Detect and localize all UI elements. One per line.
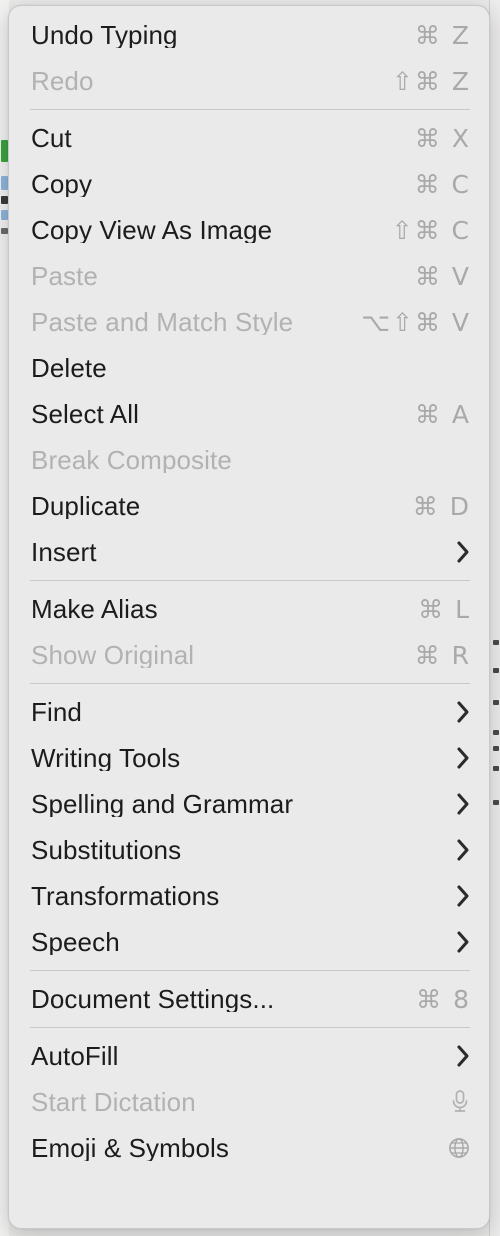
menu-item-shortcut: ⇧⌘ C	[391, 215, 471, 245]
menu-item-copy-view-as-image[interactable]: Copy View As Image ⇧⌘ C	[9, 207, 489, 253]
menu-item-label: Copy View As Image	[31, 217, 273, 243]
menu-group: Cut ⌘ X Copy ⌘ C Copy View As Image ⇧⌘ C Paste…	[9, 115, 489, 575]
menu-separator	[30, 109, 470, 110]
menu-item-insert[interactable]: Insert	[9, 529, 489, 575]
menu-group: Find Writing Tools Spelling and Grammar Sub…	[9, 689, 489, 965]
backdrop-tick	[493, 730, 499, 735]
backdrop-chip	[1, 196, 8, 204]
backdrop-tick	[493, 640, 499, 645]
menu-item-label: Emoji & Symbols	[31, 1135, 229, 1161]
menu-item-label: Copy	[31, 171, 93, 197]
menu-item-redo: Redo ⇧⌘ Z	[9, 58, 489, 104]
menu-item-label: Start Dictation	[31, 1089, 196, 1115]
menu-item-label: Spelling and Grammar	[31, 791, 294, 817]
backdrop-right-rail	[489, 0, 500, 1236]
backdrop-tick	[493, 668, 499, 673]
menu-item-undo-typing[interactable]: Undo Typing ⌘ Z	[9, 12, 489, 58]
backdrop-tick	[493, 700, 499, 705]
chevron-right-icon	[449, 792, 475, 816]
edit-context-menu[interactable]: Undo Typing ⌘ Z Redo ⇧⌘ Z Cut ⌘ X Copy ⌘ C Copy …	[8, 5, 490, 1229]
menu-item-make-alias[interactable]: Make Alias ⌘ L	[9, 586, 489, 632]
menu-item-label: Show Original	[31, 642, 195, 668]
backdrop-tick	[493, 766, 499, 771]
chevron-right-icon	[449, 884, 475, 908]
chevron-right-icon	[449, 746, 475, 770]
microphone-icon	[445, 1089, 475, 1115]
menu-group: Document Settings... ⌘ 8	[9, 976, 489, 1022]
menu-item-cut[interactable]: Cut ⌘ X	[9, 115, 489, 161]
menu-item-label: Delete	[31, 355, 107, 381]
menu-item-label: Duplicate	[31, 493, 141, 519]
backdrop-tick	[493, 800, 499, 805]
screen: Undo Typing ⌘ Z Redo ⇧⌘ Z Cut ⌘ X Copy ⌘ C Copy …	[0, 0, 500, 1236]
menu-item-emoji-symbols[interactable]: Emoji & Symbols	[9, 1125, 489, 1171]
chevron-right-icon	[449, 838, 475, 862]
menu-item-label: Insert	[31, 539, 97, 565]
menu-separator	[30, 1027, 470, 1028]
menu-item-shortcut: ⌥⇧⌘ V	[361, 307, 471, 337]
menu-item-speech[interactable]: Speech	[9, 919, 489, 965]
menu-group: Make Alias ⌘ L Show Original ⌘ R	[9, 586, 489, 678]
menu-separator	[30, 970, 470, 971]
menu-item-label: Break Composite	[31, 447, 232, 473]
menu-separator	[30, 683, 470, 684]
menu-item-delete[interactable]: Delete	[9, 345, 489, 391]
backdrop-tick	[493, 746, 499, 751]
backdrop-chip	[1, 210, 8, 220]
menu-item-label: Undo Typing	[31, 22, 178, 48]
menu-item-writing-tools[interactable]: Writing Tools	[9, 735, 489, 781]
menu-item-copy[interactable]: Copy ⌘ C	[9, 161, 489, 207]
menu-item-find[interactable]: Find	[9, 689, 489, 735]
menu-item-paste-and-match-style: Paste and Match Style ⌥⇧⌘ V	[9, 299, 489, 345]
menu-item-label: Speech	[31, 929, 120, 955]
menu-item-select-all[interactable]: Select All ⌘ A	[9, 391, 489, 437]
backdrop-chip	[1, 176, 8, 190]
menu-item-duplicate[interactable]: Duplicate ⌘ D	[9, 483, 489, 529]
globe-icon	[445, 1136, 475, 1160]
menu-item-shortcut: ⇧⌘ Z	[391, 66, 471, 96]
menu-item-shortcut: ⌘ Z	[414, 20, 471, 50]
menu-item-label: Document Settings...	[31, 986, 275, 1012]
menu-item-label: Paste	[31, 263, 98, 289]
menu-item-transformations[interactable]: Transformations	[9, 873, 489, 919]
menu-item-shortcut: ⌘ C	[414, 169, 471, 199]
menu-item-shortcut: ⌘ A	[414, 399, 471, 429]
menu-item-show-original: Show Original ⌘ R	[9, 632, 489, 678]
menu-item-document-settings[interactable]: Document Settings... ⌘ 8	[9, 976, 489, 1022]
menu-group: Undo Typing ⌘ Z Redo ⇧⌘ Z	[9, 12, 489, 104]
menu-item-paste: Paste ⌘ V	[9, 253, 489, 299]
menu-item-label: Transformations	[31, 883, 220, 909]
menu-item-autofill[interactable]: AutoFill	[9, 1033, 489, 1079]
menu-item-label: AutoFill	[31, 1043, 119, 1069]
menu-item-substitutions[interactable]: Substitutions	[9, 827, 489, 873]
menu-item-label: Cut	[31, 125, 72, 151]
menu-item-shortcut: ⌘ L	[418, 594, 471, 624]
chevron-right-icon	[449, 540, 475, 564]
backdrop-chip	[1, 228, 8, 234]
menu-item-label: Make Alias	[31, 596, 158, 622]
chevron-right-icon	[449, 930, 475, 954]
menu-item-label: Paste and Match Style	[31, 309, 294, 335]
menu-item-label: Redo	[31, 68, 94, 94]
menu-item-label: Writing Tools	[31, 745, 181, 771]
menu-separator	[30, 580, 470, 581]
menu-item-shortcut: ⌘ X	[414, 123, 471, 153]
menu-group: AutoFill Start Dictation Emoji & Symbols	[9, 1033, 489, 1171]
menu-item-shortcut: ⌘ D	[412, 491, 471, 521]
menu-item-label: Find	[31, 699, 82, 725]
menu-item-spelling-and-grammar[interactable]: Spelling and Grammar	[9, 781, 489, 827]
chevron-right-icon	[449, 700, 475, 724]
menu-item-shortcut: ⌘ 8	[416, 984, 471, 1014]
menu-item-break-composite: Break Composite	[9, 437, 489, 483]
menu-item-start-dictation: Start Dictation	[9, 1079, 489, 1125]
menu-item-label: Select All	[31, 401, 139, 427]
chevron-right-icon	[449, 1044, 475, 1068]
menu-item-shortcut: ⌘ V	[414, 261, 471, 291]
backdrop-chip	[1, 140, 8, 162]
menu-item-label: Substitutions	[31, 837, 182, 863]
menu-item-shortcut: ⌘ R	[414, 640, 471, 670]
